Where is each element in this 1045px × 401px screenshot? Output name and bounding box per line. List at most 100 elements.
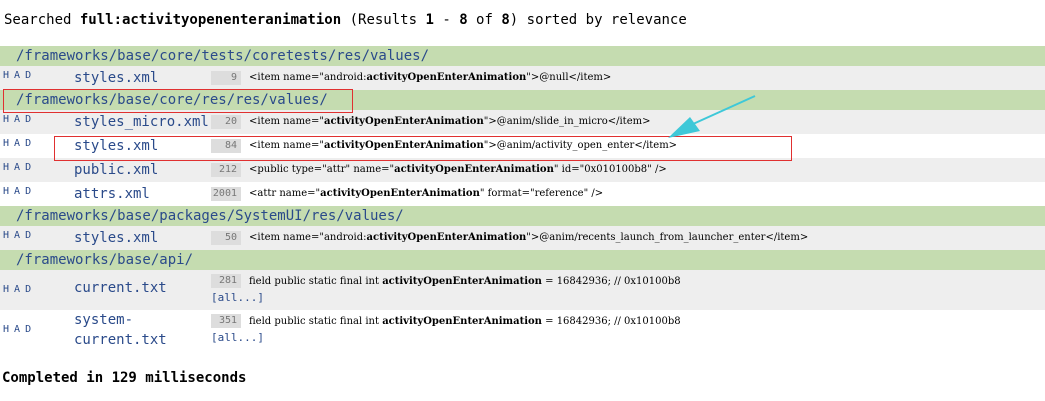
all-matches-link[interactable]: [all...] [211,331,264,344]
code-pre: <attr name=" [249,188,321,199]
range-start: 1 [425,12,434,28]
code-match: activityOpenEnterAnimation [394,164,554,175]
code-post: ">@anim/slide_in_micro</item> [483,116,651,127]
file-link[interactable]: system-current.txt [74,310,167,350]
range-sep: - [433,12,460,28]
download-link[interactable]: D [25,114,33,125]
download-link[interactable]: D [25,284,33,295]
search-query: full:activityopenenteranimation [79,12,342,28]
all-matches-link[interactable]: [all...] [211,291,264,304]
code-post: ">@null</item> [526,72,612,83]
file-link[interactable]: styles_micro.xml [74,112,209,132]
file-link[interactable]: public.xml [74,160,158,180]
history-link[interactable]: H [3,186,11,197]
code-pre: <item name="android: [249,72,367,83]
file-link[interactable]: attrs.xml [74,184,150,204]
code-post: " format="reference" /> [479,188,604,199]
code-snippet[interactable]: <item name="activityOpenEnterAnimation">… [249,115,650,129]
directory-link[interactable]: /frameworks/base/core/res/res/values/ [0,90,1045,110]
download-link[interactable]: D [25,70,33,81]
annotate-link[interactable]: A [14,284,22,295]
summary-middle: (Results [341,12,426,28]
download-link[interactable]: D [25,162,33,173]
file-link[interactable]: styles.xml [74,228,158,248]
line-number-link[interactable]: 212 [211,163,241,177]
history-link[interactable]: H [3,162,11,173]
file-link[interactable]: styles.xml [74,68,158,88]
result-row: H A Dattrs.xml 2001 <attr name="activityOpen… [0,182,1045,206]
code-pre: <item name=" [249,116,324,127]
had-links: HAD [3,162,36,173]
search-summary: Searched full:activityopenenteranimation… [4,12,687,28]
had-links: HAD [3,114,36,125]
code-match: activityOpenEnterAnimation [382,276,542,287]
file-link-line: system- [74,312,134,328]
download-link[interactable]: D [25,138,33,149]
file-link-line: current.txt [74,332,167,348]
summary-suffix: ) sorted by relevance [509,12,687,28]
had-links: HAD [3,138,36,149]
line-number-link[interactable]: 20 [211,115,241,129]
line-number-link[interactable]: 2001 [211,187,241,201]
history-link[interactable]: H [3,114,11,125]
code-snippet[interactable]: field public static final int activityOp… [249,315,681,329]
had-links: HAD [3,186,36,197]
result-row: H A Dpublic.xml 212 <public type="attr" name… [0,158,1045,182]
annotate-link[interactable]: A [14,230,22,241]
file-link[interactable]: current.txt [74,278,167,298]
code-match: activityOpenEnterAnimation [323,116,484,127]
code-post: = 16842936; // 0x10100b8 [541,276,681,287]
result-row: H A Dsystem-current.txt 351 field public sta… [0,310,1045,350]
had-links: HAD [3,324,36,335]
annotate-link[interactable]: A [14,114,22,125]
history-link[interactable]: H [3,230,11,241]
code-snippet[interactable]: <public type="attr" name="activityOpenEn… [249,163,667,177]
result-row: H A Dstyles.xml 84 <item name="activityOpenE… [0,134,1045,158]
code-snippet[interactable]: <item name="android:activityOpenEnterAni… [249,71,611,85]
result-row: H A Dstyles.xml 50 <item name="android:activ… [0,226,1045,250]
annotate-link[interactable]: A [14,162,22,173]
line-number-link[interactable]: 9 [211,71,241,85]
code-snippet[interactable]: field public static final int activityOp… [249,275,681,289]
code-snippet[interactable]: <item name="android:activityOpenEnterAni… [249,231,808,245]
result-row: H A Dcurrent.txt 281 field public static fin… [0,270,1045,310]
had-links: HAD [3,70,36,81]
annotate-link[interactable]: A [14,186,22,197]
code-post: ">@anim/activity_open_enter</item> [483,140,678,151]
history-link[interactable]: H [3,284,11,295]
history-link[interactable]: H [3,138,11,149]
directory-link[interactable]: /frameworks/base/core/tests/coretests/re… [0,46,1045,66]
code-pre: <item name="android: [249,232,367,243]
line-number-link[interactable]: 84 [211,139,241,153]
download-link[interactable]: D [25,230,33,241]
annotate-link[interactable]: A [14,70,22,81]
code-snippet[interactable]: <attr name="activityOpenEnterAnimation" … [249,187,603,201]
download-link[interactable]: D [25,324,33,335]
summary-of: of [467,12,502,28]
history-link[interactable]: H [3,70,11,81]
annotate-link[interactable]: A [14,138,22,149]
directory-link[interactable]: /frameworks/base/api/ [0,250,1045,270]
file-link[interactable]: styles.xml [74,136,158,156]
range-end: 8 [459,12,468,28]
directory-link[interactable]: /frameworks/base/packages/SystemUI/res/v… [0,206,1045,226]
code-pre: <item name=" [249,140,324,151]
line-number-link[interactable]: 281 [211,274,241,288]
code-pre: field public static final int [249,276,383,287]
completion-message: Completed in 129 milliseconds [2,370,247,386]
code-match: activityOpenEnterAnimation [366,232,527,243]
history-link[interactable]: H [3,324,11,335]
download-link[interactable]: D [25,186,33,197]
result-total: 8 [501,12,510,28]
line-number-link[interactable]: 50 [211,231,241,245]
result-row: H A Dstyles_micro.xml 20 <item name="activit… [0,110,1045,134]
code-pre: field public static final int [249,316,383,327]
annotate-link[interactable]: A [14,324,22,335]
code-match: activityOpenEnterAnimation [366,72,527,83]
code-match: activityOpenEnterAnimation [323,140,484,151]
code-snippet[interactable]: <item name="activityOpenEnterAnimation">… [249,139,677,153]
had-links: HAD [3,284,36,295]
code-pre: <public type="attr" name=" [249,164,395,175]
line-number-link[interactable]: 351 [211,314,241,328]
code-post: = 16842936; // 0x10100b8 [541,316,681,327]
